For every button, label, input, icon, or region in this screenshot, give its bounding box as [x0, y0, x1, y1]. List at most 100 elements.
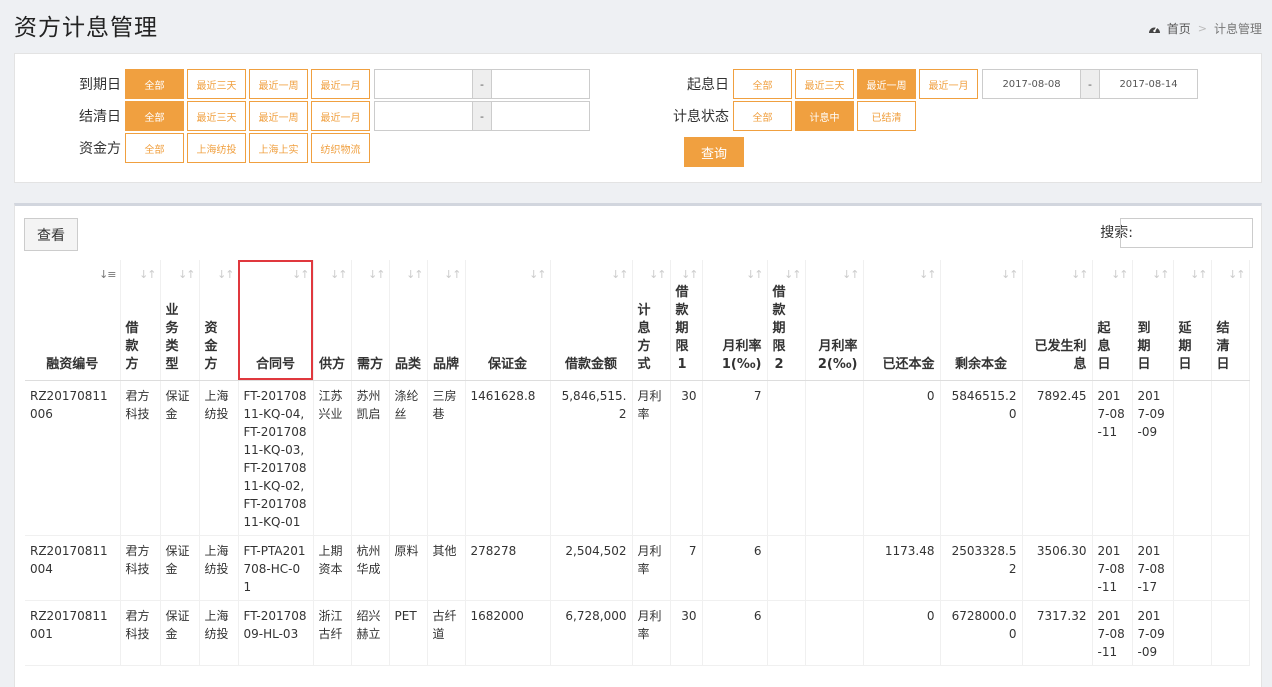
funder-shanghai-shangshi-button[interactable]: 上海上实 [249, 133, 308, 163]
column-header[interactable]: ↓↑ 延期日 [1173, 260, 1212, 381]
sort-icon[interactable]: ↓↑ [649, 266, 666, 284]
breadcrumb-home-link[interactable]: 首页 [1167, 20, 1191, 37]
due-date-to-input[interactable] [491, 69, 590, 99]
sort-icon[interactable]: ↓↑ [1228, 266, 1245, 284]
filter-row-funder: 资金方 全部 上海纺投 上海上实 纺织物流 [15, 133, 373, 163]
table-cell: 6 [702, 600, 768, 666]
column-header[interactable]: ↓↑ 起息日 [1092, 260, 1133, 381]
sort-icon[interactable]: ↓↑ [330, 266, 347, 284]
page-title: 资方计息管理 [14, 15, 158, 41]
table-cell: 5846515.20 [940, 380, 1023, 536]
sort-icon[interactable]: ↓↑ [217, 266, 234, 284]
sort-icon[interactable]: ↓↑ [178, 266, 195, 284]
sort-icon[interactable]: ↓↑ [611, 266, 628, 284]
column-header[interactable]: ↓↑ 借款期限2 [767, 260, 806, 381]
settle-date-3days-button[interactable]: 最近三天 [187, 101, 246, 131]
table-cell: 君方科技 [120, 380, 161, 536]
column-header[interactable]: ↓↑ 业务类型 [160, 260, 200, 381]
funder-all-button[interactable]: 全部 [125, 133, 184, 163]
column-header[interactable]: ↓↑ 月利率2(‰) [805, 260, 864, 381]
settle-date-month-button[interactable]: 最近一月 [311, 101, 370, 131]
search-input[interactable] [1120, 218, 1253, 248]
start-date-week-button[interactable]: 最近一周 [857, 69, 916, 99]
table-cell: RZ20170811001 [25, 600, 121, 666]
table-cell: 0 [863, 600, 941, 666]
status-accruing-button[interactable]: 计息中 [795, 101, 854, 131]
sort-icon[interactable]: ↓↑ [292, 266, 309, 284]
settle-date-range-separator: - [473, 101, 491, 131]
column-header[interactable]: ↓↑ 月利率1(‰) [702, 260, 768, 381]
due-date-range-separator: - [473, 69, 491, 99]
status-all-button[interactable]: 全部 [733, 101, 792, 131]
column-header[interactable]: ↓↑ 到期日 [1132, 260, 1174, 381]
query-button[interactable]: 查询 [684, 137, 744, 167]
breadcrumb: 首页 > 计息管理 [1148, 20, 1262, 37]
table-cell: 浙江古纤 [313, 600, 352, 666]
table-cell: 278278 [465, 535, 551, 601]
settle-date-from-input[interactable] [374, 101, 473, 131]
sort-icon[interactable]: ↓↑ [444, 266, 461, 284]
due-date-from-input[interactable] [374, 69, 473, 99]
column-header[interactable]: ↓↑ 品类 [389, 260, 428, 381]
sort-icon[interactable]: ↓↑ [139, 266, 156, 284]
settle-date-week-button[interactable]: 最近一周 [249, 101, 308, 131]
sort-icon[interactable]: ↓↑ [842, 266, 859, 284]
column-header[interactable]: ↓↑ 结清日 [1211, 260, 1250, 381]
due-date-week-button[interactable]: 最近一周 [249, 69, 308, 99]
column-header[interactable]: ↓↑ 供方 [313, 260, 352, 381]
column-header[interactable]: ↓↑ 借款金额 [550, 260, 633, 381]
settle-date-to-input[interactable] [491, 101, 590, 131]
column-header[interactable]: ↓↑ 计息方式 [632, 260, 671, 381]
table-cell: 君方科技 [120, 535, 161, 601]
table-cell: 上期资本 [313, 535, 352, 601]
column-header[interactable]: ↓↑ 借款方 [120, 260, 161, 381]
sort-icon[interactable]: ↓↑ [529, 266, 546, 284]
sort-icon[interactable]: ↓≡ [99, 266, 116, 284]
status-settled-button[interactable]: 已结清 [857, 101, 916, 131]
funder-shanghai-fangtou-button[interactable]: 上海纺投 [187, 133, 246, 163]
filter-row-settle-date: 结清日 全部 最近三天 最近一周 最近一月 - [15, 101, 590, 131]
funder-textile-logistics-button[interactable]: 纺织物流 [311, 133, 370, 163]
table-row[interactable]: RZ20170811001 君方科技 保证金 上海纺投 FT-20170809-HL-0… [25, 600, 1250, 666]
filter-label-due-date: 到期日 [79, 77, 121, 93]
table-row[interactable]: RZ20170811004 君方科技 保证金 上海纺投 FT-PTA201708-HC-… [25, 535, 1250, 601]
sort-icon[interactable]: ↓↑ [919, 266, 936, 284]
column-header[interactable]: ↓↑ 保证金 [465, 260, 551, 381]
column-header[interactable]: ↓↑ 借款期限1 [670, 260, 703, 381]
view-button[interactable]: 查看 [24, 218, 78, 251]
column-header[interactable]: ↓↑ 剩余本金 [940, 260, 1023, 381]
table-cell: 2,504,502 [550, 535, 633, 601]
sort-icon[interactable]: ↓↑ [368, 266, 385, 284]
settle-date-all-button[interactable]: 全部 [125, 101, 184, 131]
column-header[interactable]: ↓↑ 品牌 [427, 260, 466, 381]
sort-icon[interactable]: ↓↑ [746, 266, 763, 284]
column-header[interactable]: ↓≡ 融资编号 [25, 260, 121, 381]
table-cell: 7 [702, 380, 768, 536]
column-header-contract-no[interactable]: ↓↑ 合同号 [238, 260, 314, 381]
table-row[interactable]: RZ20170811006 君方科技 保证金 上海纺投 FT-20170811-KQ-0… [25, 380, 1250, 536]
breadcrumb-current: 计息管理 [1213, 22, 1262, 36]
column-header[interactable]: ↓↑ 已还本金 [863, 260, 941, 381]
sort-icon[interactable]: ↓↑ [1190, 266, 1207, 284]
due-date-month-button[interactable]: 最近一月 [311, 69, 370, 99]
sort-icon[interactable]: ↓↑ [1071, 266, 1088, 284]
column-header[interactable]: ↓↑ 已发生利息 [1022, 260, 1093, 381]
column-header[interactable]: ↓↑ 需方 [351, 260, 390, 381]
table-cell: 君方科技 [120, 600, 161, 666]
start-date-to-input[interactable]: 2017-08-14 [1099, 69, 1198, 99]
due-date-3days-button[interactable]: 最近三天 [187, 69, 246, 99]
table-cell: 1461628.8 [465, 380, 551, 536]
column-header[interactable]: ↓↑ 资金方 [199, 260, 239, 381]
sort-icon[interactable]: ↓↑ [406, 266, 423, 284]
sort-icon[interactable]: ↓↑ [1152, 266, 1169, 284]
start-date-from-input[interactable]: 2017-08-08 [982, 69, 1081, 99]
start-date-all-button[interactable]: 全部 [733, 69, 792, 99]
financing-table: ↓≡ 融资编号 ↓↑ 借款方 ↓↑ 业务类型 ↓↑ 资金方 ↓↑ 合同号 ↓↑ 供方 ↓↑ 需… [25, 260, 1250, 666]
due-date-all-button[interactable]: 全部 [125, 69, 184, 99]
start-date-month-button[interactable]: 最近一月 [919, 69, 978, 99]
sort-icon[interactable]: ↓↑ [681, 266, 698, 284]
sort-icon[interactable]: ↓↑ [1001, 266, 1018, 284]
start-date-3days-button[interactable]: 最近三天 [795, 69, 854, 99]
sort-icon[interactable]: ↓↑ [1111, 266, 1128, 284]
sort-icon[interactable]: ↓↑ [784, 266, 801, 284]
